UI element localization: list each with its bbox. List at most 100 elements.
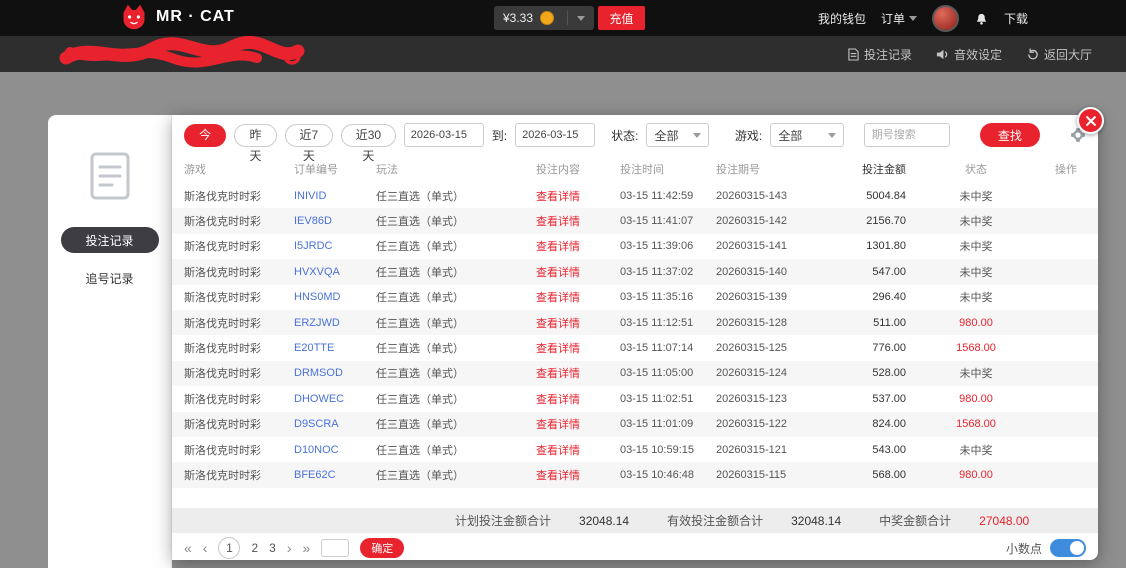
order-link[interactable]: I5JRDC xyxy=(294,240,376,252)
decimal-label: 小数点 xyxy=(1006,540,1042,557)
cell-issue: 20260315-121 xyxy=(716,444,846,456)
summary-win-label: 中奖金额合计 xyxy=(879,512,951,529)
cell-game: 斯洛伐克时时彩 xyxy=(184,213,294,229)
cell-time: 03-15 11:05:00 xyxy=(620,367,716,379)
cell-game: 斯洛伐克时时彩 xyxy=(184,467,294,483)
status-value: 全部 xyxy=(654,127,678,144)
divider xyxy=(567,11,568,25)
close-icon[interactable] xyxy=(1077,107,1104,134)
cell-play: 任三直选（单式） xyxy=(376,289,536,305)
col-status: 状态 xyxy=(906,161,1046,177)
order-link[interactable]: D10NOC xyxy=(294,444,376,456)
cell-issue: 20260315-122 xyxy=(716,418,846,430)
recharge-button[interactable]: 充值 xyxy=(598,6,645,30)
view-detail-link[interactable]: 查看详情 xyxy=(536,289,620,305)
order-link[interactable]: DHOWEC xyxy=(294,393,376,405)
order-link[interactable]: HVXVQA xyxy=(294,266,376,278)
cell-play: 任三直选（单式） xyxy=(376,238,536,254)
date-to-input[interactable] xyxy=(515,123,595,147)
order-link[interactable]: INIVID xyxy=(294,190,376,202)
view-detail-link[interactable]: 查看详情 xyxy=(536,365,620,381)
avatar[interactable] xyxy=(932,5,959,32)
cell-issue: 20260315-139 xyxy=(716,291,846,303)
view-detail-link[interactable]: 查看详情 xyxy=(536,467,620,483)
status-select[interactable]: 全部 xyxy=(646,123,708,147)
subnav-return-lobby[interactable]: 返回大厅 xyxy=(1026,46,1092,63)
cell-amount: 2156.70 xyxy=(846,215,906,227)
quick-filter-today[interactable]: 今天 xyxy=(184,124,226,147)
subnav-bet-records[interactable]: 投注记录 xyxy=(848,46,912,63)
page-button-1[interactable]: 1 xyxy=(218,537,240,559)
subnav-sound-settings[interactable]: 音效设定 xyxy=(936,46,1002,63)
order-link[interactable]: DRMSOD xyxy=(294,367,376,379)
quick-filter-yesterday[interactable]: 昨天 xyxy=(234,124,276,147)
sidebar-item-chase-records[interactable]: 追号记录 xyxy=(61,265,159,291)
cell-time: 03-15 11:01:09 xyxy=(620,418,716,430)
cell-amount: 776.00 xyxy=(846,342,906,354)
prev-page-button[interactable]: ‹ xyxy=(203,540,208,556)
view-detail-link[interactable]: 查看详情 xyxy=(536,391,620,407)
cell-status: 未中奖 xyxy=(906,238,1046,254)
summary-valid-value: 32048.14 xyxy=(791,514,841,528)
cell-amount: 547.00 xyxy=(846,266,906,278)
cell-issue: 20260315-128 xyxy=(716,317,846,329)
last-page-button[interactable]: » xyxy=(303,540,311,556)
cell-game: 斯洛伐克时时彩 xyxy=(184,289,294,305)
page-jump-input[interactable] xyxy=(321,539,349,557)
summary-win-value: 27048.00 xyxy=(979,514,1029,528)
wallet-link[interactable]: 我的钱包 xyxy=(818,10,866,27)
issue-search-input[interactable] xyxy=(864,123,950,147)
page-button-3[interactable]: 3 xyxy=(269,541,276,555)
order-link[interactable]: D9SCRA xyxy=(294,418,376,430)
cell-issue: 20260315-125 xyxy=(716,342,846,354)
download-link[interactable]: 下载 xyxy=(1004,10,1028,27)
view-detail-link[interactable]: 查看详情 xyxy=(536,315,620,331)
sidebar-item-bet-records[interactable]: 投注记录 xyxy=(61,227,159,253)
brand: MR · CAT xyxy=(120,3,235,31)
balance-dropdown[interactable]: ¥3.33 xyxy=(494,6,594,30)
cell-game: 斯洛伐克时时彩 xyxy=(184,365,294,381)
col-content: 投注内容 xyxy=(536,161,620,177)
cell-status: 980.00 xyxy=(906,469,1046,481)
view-detail-link[interactable]: 查看详情 xyxy=(536,416,620,432)
table-row: 斯洛伐克时时彩IEV86D任三直选（单式）查看详情03-15 11:41:072… xyxy=(172,208,1098,233)
view-detail-link[interactable]: 查看详情 xyxy=(536,340,620,356)
cell-play: 任三直选（单式） xyxy=(376,340,536,356)
page-confirm-button[interactable]: 确定 xyxy=(360,538,404,558)
cell-play: 任三直选（单式） xyxy=(376,442,536,458)
bell-icon[interactable] xyxy=(974,10,989,26)
order-link[interactable]: E20TTE xyxy=(294,342,376,354)
quick-filter-30days[interactable]: 近30天 xyxy=(341,124,396,147)
view-detail-link[interactable]: 查看详情 xyxy=(536,264,620,280)
order-link[interactable]: IEV86D xyxy=(294,215,376,227)
quick-filter-7days[interactable]: 近7天 xyxy=(285,124,333,147)
cell-game: 斯洛伐克时时彩 xyxy=(184,416,294,432)
view-detail-link[interactable]: 查看详情 xyxy=(536,188,620,204)
cell-issue: 20260315-123 xyxy=(716,393,846,405)
cell-status: 980.00 xyxy=(906,393,1046,405)
view-detail-link[interactable]: 查看详情 xyxy=(536,213,620,229)
cell-play: 任三直选（单式） xyxy=(376,264,536,280)
view-detail-link[interactable]: 查看详情 xyxy=(536,442,620,458)
decimal-toggle[interactable] xyxy=(1050,539,1086,557)
chevron-down-icon xyxy=(909,16,917,21)
date-from-input[interactable] xyxy=(404,123,484,147)
redaction-scribble xyxy=(52,36,322,72)
order-link[interactable]: BFE62C xyxy=(294,469,376,481)
cell-issue: 20260315-141 xyxy=(716,240,846,252)
col-operation: 操作 xyxy=(1046,161,1086,177)
cell-play: 任三直选（单式） xyxy=(376,365,536,381)
order-link[interactable]: ERZJWD xyxy=(294,317,376,329)
table-row: 斯洛伐克时时彩I5JRDC任三直选（单式）查看详情03-15 11:39:062… xyxy=(172,234,1098,259)
cell-time: 03-15 11:02:51 xyxy=(620,393,716,405)
next-page-button[interactable]: › xyxy=(287,540,292,556)
game-select[interactable]: 全部 xyxy=(770,123,844,147)
records-modal-sidebar: 投注记录 追号记录 xyxy=(48,115,172,568)
search-button[interactable]: 查找 xyxy=(980,123,1040,147)
view-detail-link[interactable]: 查看详情 xyxy=(536,238,620,254)
first-page-button[interactable]: « xyxy=(184,540,192,556)
order-link[interactable]: HNS0MD xyxy=(294,291,376,303)
orders-dropdown[interactable]: 订单 xyxy=(881,10,917,27)
cell-issue: 20260315-124 xyxy=(716,367,846,379)
page-button-2[interactable]: 2 xyxy=(251,541,258,555)
